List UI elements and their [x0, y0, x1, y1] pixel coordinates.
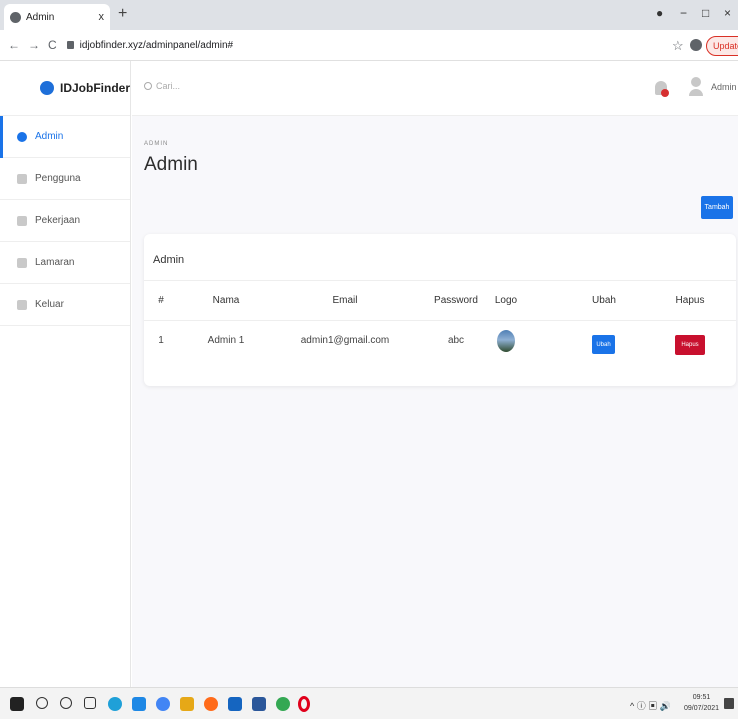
cell-nama: Admin 1	[207, 335, 245, 346]
column-header-nama: Nama	[212, 295, 240, 306]
avatar[interactable]	[689, 77, 703, 97]
file-explorer-icon[interactable]	[180, 697, 194, 711]
clock-time: 09:51	[692, 694, 711, 701]
file-icon	[17, 257, 27, 268]
edit-button[interactable]: Ubah	[592, 335, 615, 354]
logout-icon	[17, 299, 27, 310]
sidebar-item-label: Pengguna	[35, 173, 81, 184]
opera-icon[interactable]	[298, 696, 310, 712]
user-name[interactable]: Admin 1	[711, 82, 738, 92]
sidebar-item-lamaran[interactable]: Lamaran	[0, 242, 130, 284]
brand-name: IDJobFinder	[59, 81, 130, 95]
column-header-no: #	[158, 295, 164, 306]
briefcase-icon	[17, 215, 27, 226]
divider	[144, 280, 736, 281]
system-tray-icons[interactable]: ^ ⓘ ▣ 🔊	[630, 699, 671, 712]
card-title: Admin	[153, 254, 185, 266]
task-view-icon[interactable]	[84, 697, 96, 709]
edge-icon[interactable]	[108, 697, 122, 711]
user-icon	[17, 131, 27, 142]
sidebar-item-label: Admin	[35, 131, 64, 142]
avatar-head-icon	[691, 77, 701, 87]
breadcrumb: ADMIN	[144, 141, 169, 147]
extension-icon[interactable]: ●	[656, 6, 663, 20]
delete-button[interactable]: Hapus	[675, 335, 705, 355]
close-window-button[interactable]: ×	[724, 6, 731, 20]
add-button[interactable]: Tambah	[701, 196, 733, 219]
app-icon[interactable]	[228, 697, 242, 711]
sidebar-item-keluar[interactable]: Keluar	[0, 284, 130, 326]
store-icon[interactable]	[132, 697, 146, 711]
notification-badge	[661, 89, 669, 97]
cell-password: abc	[447, 335, 465, 346]
brand[interactable]: IDJobFinder	[0, 61, 130, 116]
divider	[144, 320, 736, 321]
maximize-button[interactable]: □	[702, 6, 709, 20]
sidebar-item-label: Pekerjaan	[35, 215, 81, 226]
url-text: idjobfinder.xyz/adminpanel/admin#	[79, 39, 234, 51]
sidebar: IDJobFinder Admin Pengguna Pekerjaan Lam…	[0, 61, 131, 687]
search-input[interactable]: Cari...	[144, 81, 180, 91]
page-title: Admin	[144, 154, 198, 175]
column-header-email: Email	[332, 295, 358, 306]
sidebar-item-pekerjaan[interactable]: Pekerjaan	[0, 200, 130, 242]
top-bar: Cari... Admin 1	[132, 61, 738, 116]
notification-icon[interactable]	[724, 698, 734, 709]
firefox-icon[interactable]	[204, 697, 218, 711]
bookmark-star-icon[interactable]: ☆	[672, 38, 684, 54]
windows-start-icon[interactable]	[10, 697, 24, 711]
sidebar-item-admin[interactable]: Admin	[0, 116, 130, 158]
tab-title: Admin	[26, 11, 55, 23]
chrome-alt-icon[interactable]	[276, 697, 290, 711]
tab-close-icon[interactable]: x	[99, 11, 105, 23]
search-icon[interactable]	[36, 697, 48, 709]
brand-logo-icon	[40, 81, 54, 95]
avatar-body-icon	[689, 89, 703, 96]
logo-image	[497, 330, 515, 352]
column-header-ubah: Ubah	[592, 295, 616, 306]
sidebar-item-pengguna[interactable]: Pengguna	[0, 158, 130, 200]
address-bar: ← → C idjobfinder.xyz/adminpanel/admin#	[0, 30, 738, 61]
chrome-icon[interactable]	[156, 697, 170, 711]
admin-table-card: Admin # Nama Email Password Logo Ubah Ha…	[144, 234, 736, 386]
main-content: Cari... Admin 1 ADMIN Admin Tambah Admin…	[132, 61, 738, 687]
new-tab-button[interactable]: +	[118, 6, 127, 22]
forward-button[interactable]: →	[28, 38, 40, 52]
url-field[interactable]: idjobfinder.xyz/adminpanel/admin#	[66, 34, 607, 56]
lock-icon	[66, 41, 74, 49]
cell-email: admin1@gmail.com	[300, 335, 390, 346]
update-button[interactable]: Update	[706, 36, 738, 56]
cortana-icon[interactable]	[60, 697, 72, 709]
cell-no: 1	[158, 335, 164, 346]
word-icon[interactable]	[252, 697, 266, 711]
column-header-logo: Logo	[494, 295, 518, 306]
back-button[interactable]: ←	[8, 38, 20, 52]
taskbar: ^ ⓘ ▣ 🔊 09:51 09/07/2021	[0, 687, 738, 719]
sidebar-item-label: Keluar	[35, 299, 64, 310]
clock-date: 09/07/2021	[684, 705, 720, 712]
people-icon	[17, 173, 27, 184]
favicon-icon	[10, 11, 21, 23]
column-header-hapus: Hapus	[675, 295, 705, 306]
profile-icon[interactable]	[690, 39, 702, 51]
clock[interactable]: 09:51 09/07/2021	[684, 692, 719, 714]
browser-tab-bar: Admin x + ● − □ ×	[0, 0, 738, 30]
sidebar-item-label: Lamaran	[35, 257, 75, 268]
column-header-password: Password	[434, 295, 478, 306]
reload-button[interactable]: C	[48, 38, 57, 52]
search-placeholder: Cari...	[156, 81, 181, 91]
minimize-button[interactable]: −	[680, 6, 687, 20]
search-icon	[144, 82, 152, 90]
browser-tab[interactable]: Admin x	[4, 4, 110, 30]
